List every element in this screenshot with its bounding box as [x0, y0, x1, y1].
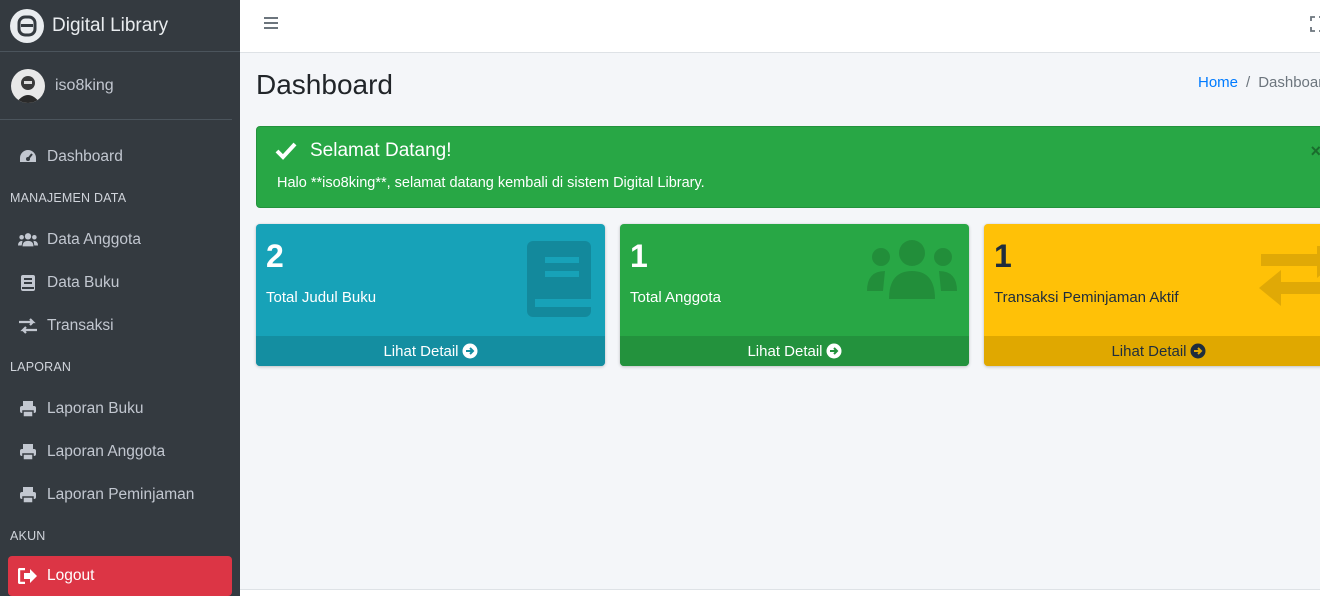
welcome-alert: Selamat Datang! Halo **iso8king**, selam… — [256, 126, 1320, 208]
users-icon — [18, 231, 38, 249]
alert-heading: Selamat Datang! — [275, 140, 452, 162]
print-icon — [18, 400, 38, 418]
stat-box-books: 2 Total Judul Buku Lihat Detail — [256, 224, 605, 366]
tachometer-icon — [18, 148, 38, 166]
nav-header-akun: AKUN — [10, 529, 46, 543]
stat-value: 1 — [630, 238, 648, 274]
stat-box-members: 1 Total Anggota Lihat Detail — [620, 224, 969, 366]
stat-value: 2 — [266, 238, 284, 274]
sidebar-item-laporan-peminjaman[interactable]: Laporan Peminjaman — [0, 473, 240, 516]
sidebar-item-logout[interactable]: Logout — [8, 556, 232, 596]
stat-box-loans: 1 Transaksi Peminjaman Aktif Lihat Detai… — [984, 224, 1320, 366]
stat-label: Transaksi Peminjaman Aktif — [994, 289, 1179, 306]
content-wrapper: Dashboard Home / Dashboard Selamat Datang!… — [240, 53, 1320, 590]
sidebar-item-label: Laporan Buku — [47, 399, 144, 417]
user-name: iso8king — [55, 76, 114, 94]
print-icon — [18, 486, 38, 504]
sidebar-item-laporan-buku[interactable]: Laporan Buku — [0, 387, 240, 430]
check-icon — [275, 141, 297, 161]
book-icon — [525, 239, 593, 324]
alert-close-button[interactable]: × — [1310, 141, 1320, 162]
sign-out-icon — [18, 567, 38, 585]
stat-value: 1 — [994, 238, 1012, 274]
arrow-circle-right-icon — [826, 343, 842, 359]
arrow-circle-right-icon — [1190, 343, 1206, 359]
footer-link-label: Lihat Detail — [1111, 342, 1187, 360]
nav-header-laporan: LAPORAN — [10, 360, 72, 374]
sidebar-item-label: Laporan Anggota — [47, 442, 166, 460]
sidebar-item-label: Data Anggota — [47, 230, 141, 248]
users-icon — [867, 239, 957, 308]
brand-title: Digital Library — [52, 14, 169, 36]
user-avatar — [11, 68, 45, 103]
nav-header-manajemen-data: MANAJEMEN DATA — [10, 191, 127, 205]
print-icon — [18, 443, 38, 461]
main-footer — [240, 589, 1320, 596]
stat-label: Total Anggota — [630, 289, 721, 306]
sidebar-item-label: Logout — [47, 567, 95, 584]
book-icon — [18, 274, 38, 292]
alert-message: Halo **iso8king**, selamat datang kembal… — [277, 175, 705, 191]
sidebar-item-label: Laporan Peminjaman — [47, 485, 195, 503]
sidebar-item-label: Transaksi — [47, 316, 114, 334]
sidebar-item-data-anggota[interactable]: Data Anggota — [0, 218, 240, 261]
breadcrumb-home-link[interactable]: Home — [1198, 74, 1238, 91]
arrow-circle-right-icon — [462, 343, 478, 359]
top-navbar — [240, 0, 1320, 53]
page-title: Dashboard — [256, 69, 393, 100]
stat-label: Total Judul Buku — [266, 289, 377, 306]
sidebar-nav: Dashboard MANAJEMEN DATA Data Anggota Da… — [0, 120, 240, 596]
breadcrumb-separator: / — [1246, 74, 1251, 91]
brand-logo-icon — [10, 8, 44, 43]
sidebar-item-transaksi[interactable]: Transaksi — [0, 304, 240, 347]
exchange-icon — [18, 317, 38, 335]
sidebar-item-label: Data Buku — [47, 273, 120, 291]
breadcrumb-current: Dashboard — [1258, 74, 1320, 91]
footer-link-label: Lihat Detail — [383, 342, 459, 360]
sidebar-item-laporan-anggota[interactable]: Laporan Anggota — [0, 430, 240, 473]
breadcrumb: Home / Dashboard — [1198, 74, 1320, 91]
user-panel[interactable]: iso8king — [0, 52, 232, 120]
lihat-detail-members-link[interactable]: Lihat Detail — [620, 336, 969, 366]
lihat-detail-loans-link[interactable]: Lihat Detail — [984, 336, 1320, 366]
footer-link-label: Lihat Detail — [747, 342, 823, 360]
exchange-icon — [1257, 242, 1320, 311]
alert-title: Selamat Datang! — [310, 140, 452, 161]
sidebar-item-data-buku[interactable]: Data Buku — [0, 261, 240, 304]
main-sidebar: Digital Library iso8king Dashboard MANAJ… — [0, 0, 240, 596]
fullscreen-icon[interactable] — [1310, 16, 1320, 32]
menu-toggle-icon[interactable] — [264, 17, 278, 31]
sidebar-item-dashboard[interactable]: Dashboard — [0, 135, 240, 178]
brand-link[interactable]: Digital Library — [0, 0, 240, 52]
sidebar-item-label: Dashboard — [47, 147, 123, 165]
lihat-detail-books-link[interactable]: Lihat Detail — [256, 336, 605, 366]
